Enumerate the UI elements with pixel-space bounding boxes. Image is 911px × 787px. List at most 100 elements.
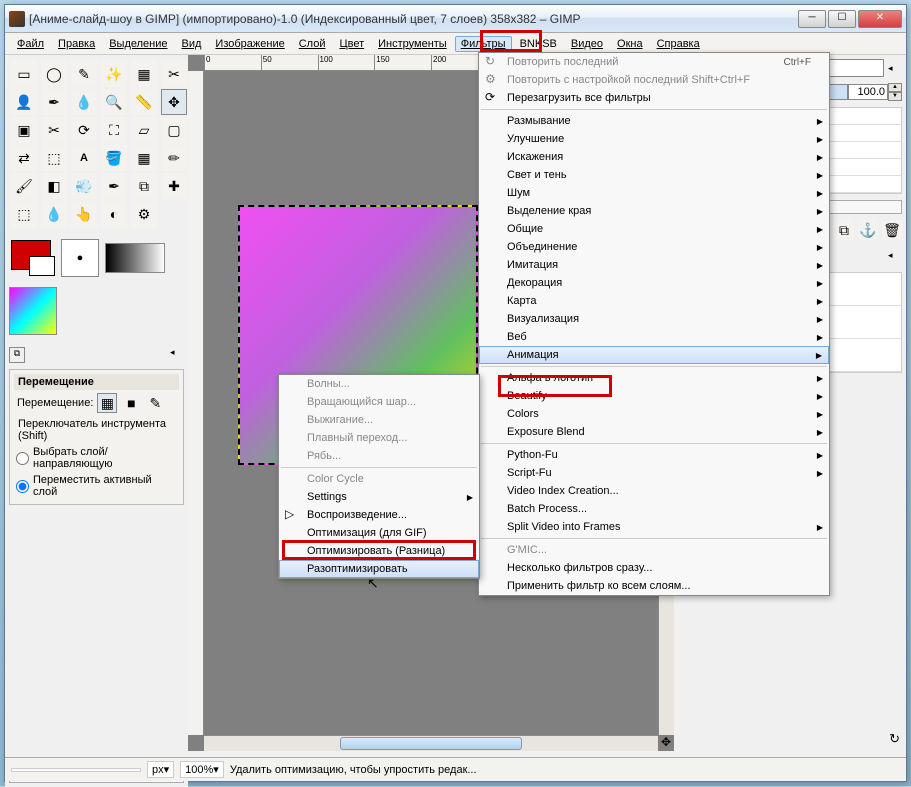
menu-file[interactable]: Файл [11,36,50,52]
opacity-spinner[interactable]: ▲▼ [848,83,902,101]
layer-anchor-icon[interactable]: ⚓ [858,220,878,240]
bg-color[interactable] [29,256,55,276]
repeat-config-item[interactable]: ⚙ Повторить с настройкой последний Shift… [479,71,829,89]
python-fu-submenu[interactable]: Python-Fu▶ [479,446,829,464]
rotate-tool[interactable]: ⟳ [71,117,97,143]
playback-item[interactable]: ▷Воспроизведение... [279,506,479,524]
pick-layer-radio[interactable]: Выбрать слой/направляющую [14,444,179,472]
h-scrollbar[interactable] [204,735,658,751]
measure-tool[interactable]: 📏 [131,89,157,115]
blur-submenu[interactable]: Размывание▶ [479,112,829,130]
image-thumb[interactable] [9,287,57,335]
waves-item[interactable]: Волны... [279,375,479,393]
perspective-clone-tool[interactable]: ⬚ [11,201,37,227]
menu-color[interactable]: Цвет [333,36,370,52]
split-video-submenu[interactable]: Split Video into Frames▶ [479,518,829,536]
combine-submenu[interactable]: Объединение▶ [479,238,829,256]
smudge-tool[interactable]: 👆 [71,201,97,227]
color-cycle-item[interactable]: Color Cycle [279,470,479,488]
zoom-combo[interactable]: 100% ▾ [180,761,224,778]
menu-layer[interactable]: Слой [293,36,332,52]
align-tool[interactable]: ▣ [11,117,37,143]
layers-menu-icon[interactable]: ◂ [888,63,902,74]
text-tool[interactable]: A [71,145,97,171]
by-color-tool[interactable]: ▦ [131,61,157,87]
menu-view[interactable]: Вид [176,36,208,52]
move-path-icon[interactable]: ✎ [145,393,165,413]
gradient-indicator[interactable] [105,243,165,273]
blur-tool[interactable]: 💧 [41,201,67,227]
airbrush-tool[interactable]: 💨 [71,173,97,199]
move-active-radio[interactable]: Переместить активный слой [14,472,179,500]
decor-submenu[interactable]: Декорация▶ [479,274,829,292]
layer-delete-icon[interactable]: 🗑 [882,220,902,240]
fonts-menu-icon[interactable]: ◂ [888,250,902,266]
free-select-tool[interactable]: ✎ [71,61,97,87]
repeat-last-item[interactable]: ↻ Повторить последнийCtrl+F [479,53,829,71]
settings-submenu[interactable]: Settings▶ [279,488,479,506]
move-tool[interactable]: ✥ [161,89,187,115]
menu-tools[interactable]: Инструменты [372,36,453,52]
maximize-button[interactable]: ☐ [828,10,856,28]
menu-edit[interactable]: Правка [52,36,101,52]
exposure-submenu[interactable]: Exposure Blend▶ [479,423,829,441]
menu-image[interactable]: Изображение [209,36,290,52]
reload-filters-item[interactable]: ⟳ Перезагрузить все фильтры [479,89,829,107]
move-layer-icon[interactable]: ▦ [97,393,117,413]
clone-tool[interactable]: ⧉ [131,173,157,199]
unit-combo[interactable]: px ▾ [147,761,174,778]
brush-tool[interactable]: 🖌 [11,173,37,199]
scissors-tool[interactable]: ✂ [161,61,187,87]
blend-item[interactable]: Плавный переход... [279,429,479,447]
menu-bnksb[interactable]: BNKSB [514,36,563,52]
ellipse-select-tool[interactable]: ◯ [41,61,67,87]
perspective-tool[interactable]: ▢ [161,117,187,143]
layer-dup-icon[interactable]: ⧉ [834,220,854,240]
flip-tool[interactable]: ⇄ [11,145,37,171]
rippling-item[interactable]: Рябь... [279,447,479,465]
refresh-icon[interactable]: ↻ [889,731,900,747]
scale-tool[interactable]: ⛶ [101,117,127,143]
animation-submenu[interactable]: Анимация▶ [479,346,829,364]
color-picker-tool[interactable]: 💧 [71,89,97,115]
pencil-tool[interactable]: ✏ [161,145,187,171]
nav-icon[interactable]: ✥ [658,735,674,751]
paths-tool[interactable]: ✒ [41,89,67,115]
generic-submenu[interactable]: Общие▶ [479,220,829,238]
multi-filters-item[interactable]: Несколько фильтров сразу... [479,559,829,577]
heal-tool[interactable]: ✚ [161,173,187,199]
zoom-tool[interactable]: 🔍 [101,89,127,115]
cage-tool[interactable]: ⬚ [41,145,67,171]
noise-submenu[interactable]: Шум▶ [479,184,829,202]
shear-tool[interactable]: ▱ [131,117,157,143]
script-fu-submenu[interactable]: Script-Fu▶ [479,464,829,482]
foreground-tool[interactable]: 👤 [11,89,37,115]
unoptimize-item[interactable]: Разоптимизировать [279,560,479,578]
opacity-down[interactable]: ▼ [888,92,902,101]
eraser-tool[interactable]: ◧ [41,173,67,199]
blend-tool[interactable]: ▦ [131,145,157,171]
tooloptions-menu-icon[interactable]: ◂ [170,347,184,363]
batch-process-item[interactable]: Batch Process... [479,500,829,518]
video-index-item[interactable]: Video Index Creation... [479,482,829,500]
opacity-up[interactable]: ▲ [888,83,902,92]
minimize-button[interactable]: ─ [798,10,826,28]
brush-indicator[interactable]: ● [61,239,99,277]
spinning-globe-item[interactable]: Вращающийся шар... [279,393,479,411]
gmic-item[interactable]: G'MIC... [479,541,829,559]
colors-submenu[interactable]: Colors▶ [479,405,829,423]
distort-submenu[interactable]: Искажения▶ [479,148,829,166]
enhance-submenu[interactable]: Улучшение▶ [479,130,829,148]
tooloptions-tab-icon[interactable]: ⧉ [9,347,25,363]
beautify-submenu[interactable]: Beautify▶ [479,387,829,405]
burnin-item[interactable]: Выжигание... [279,411,479,429]
dodge-tool[interactable]: ◐ [101,201,127,227]
menu-help[interactable]: Справка [651,36,706,52]
menu-filters[interactable]: Фильтры [455,36,512,52]
menu-windows[interactable]: Окна [611,36,649,52]
artistic-submenu[interactable]: Имитация▶ [479,256,829,274]
optimize-gif-item[interactable]: Оптимизация (для GIF) [279,524,479,542]
render-submenu[interactable]: Визуализация▶ [479,310,829,328]
edge-submenu[interactable]: Выделение края▶ [479,202,829,220]
menu-video[interactable]: Видео [565,36,609,52]
